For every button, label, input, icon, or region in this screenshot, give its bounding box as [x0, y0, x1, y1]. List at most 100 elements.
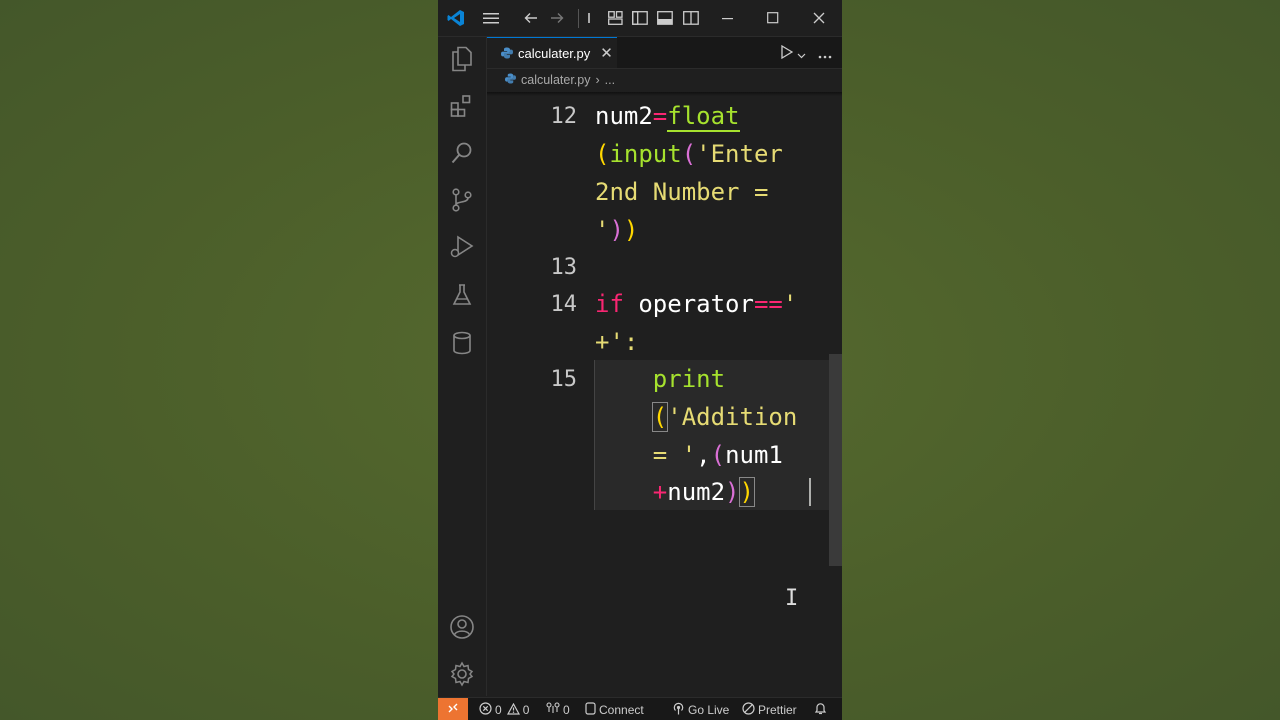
bell-icon [814, 702, 827, 719]
text-cursor [809, 478, 811, 506]
database-icon[interactable] [448, 329, 476, 357]
code-token: 'Addition [667, 403, 798, 431]
broadcast-icon [672, 702, 685, 718]
code-token: print [595, 365, 726, 393]
connect-label: Connect [599, 703, 644, 717]
code-token: num2 [595, 102, 653, 130]
customize-layout-icon[interactable] [605, 8, 625, 28]
tab-bar: calculater.py ✕ [487, 37, 842, 69]
python-file-icon [505, 73, 516, 87]
code-line: +': [595, 328, 638, 356]
code-token: 2nd Number = [595, 178, 769, 206]
code-line: 2nd Number = [595, 178, 768, 206]
code-line: = ',(num1 [595, 441, 783, 469]
source-control-icon[interactable] [448, 186, 476, 214]
testing-icon[interactable] [448, 281, 476, 309]
code-token: ( [681, 140, 697, 168]
tab-calculater-py[interactable]: calculater.py ✕ [487, 37, 617, 68]
mouse-ibeam-cursor-icon: I [785, 586, 799, 611]
code-token: ' [595, 216, 610, 244]
activity-bar [438, 37, 487, 696]
back-arrow-icon[interactable] [521, 8, 541, 28]
code-token: num1 [725, 441, 783, 469]
accounts-icon[interactable] [448, 613, 476, 641]
line-number: 13 [550, 255, 578, 280]
code-token: ' [782, 290, 798, 318]
database-connect-icon [585, 702, 596, 718]
run-debug-icon[interactable] [448, 233, 476, 261]
run-python-file-icon[interactable] [781, 44, 794, 63]
code-token: ( [651, 402, 669, 432]
prettier-label: Prettier [758, 703, 797, 717]
line-number: 14 [550, 292, 578, 317]
run-dropdown-chevron-icon[interactable] [797, 44, 806, 63]
settings-gear-icon[interactable] [448, 660, 476, 688]
maximize-icon[interactable] [763, 8, 783, 28]
toggle-primary-sidebar-icon[interactable] [630, 8, 650, 28]
editor-actions [781, 44, 832, 63]
code-token: + [652, 478, 668, 506]
code-line: print [595, 365, 725, 393]
code-line: ')) [595, 216, 638, 244]
explorer-icon[interactable] [448, 45, 476, 73]
vscode-logo-icon [446, 8, 466, 28]
minimize-icon[interactable] [718, 8, 738, 28]
editor-shadow [487, 92, 842, 96]
go-live-label: Go Live [688, 703, 730, 717]
code-token: 'Enter [696, 140, 783, 168]
status-bar: 0 0 0 Connect Go Live Prettier [438, 697, 842, 720]
problems-status[interactable]: 0 0 [479, 702, 529, 718]
code-token: = [652, 102, 668, 130]
go-live-button[interactable]: Go Live [672, 702, 729, 718]
code-line: num2=float [595, 102, 740, 132]
code-token: == [753, 290, 783, 318]
remote-indicator[interactable] [438, 698, 468, 720]
tab-close-button[interactable]: ✕ [600, 45, 613, 61]
vertical-scrollbar[interactable] [829, 354, 842, 566]
breadcrumb-file[interactable]: calculater.py [521, 73, 590, 87]
breadcrumb-separator: › [595, 73, 600, 87]
connect-status[interactable]: Connect [585, 702, 644, 718]
menu-icon[interactable] [481, 8, 501, 28]
breadcrumb: calculater.py › ... [487, 69, 842, 91]
code-token: ) [725, 478, 740, 506]
more-actions-icon[interactable] [818, 44, 832, 63]
ports-count: 0 [563, 702, 570, 717]
code-token: num2 [667, 478, 726, 506]
python-file-icon [501, 44, 513, 63]
warning-count: 0 [522, 703, 530, 717]
code-token: operator [623, 290, 754, 318]
extensions-icon[interactable] [448, 92, 476, 120]
warning-icon [506, 702, 520, 718]
error-icon [479, 702, 492, 718]
ports-status[interactable]: 0 [546, 702, 570, 717]
vscode-window: calculater.py ✕ calculater.py › ... 12 nu… [438, 0, 842, 720]
code-token: ( [710, 441, 726, 469]
tab-label: calculater.py [518, 45, 591, 61]
code-token: if [595, 290, 624, 318]
code-token: float [667, 102, 740, 132]
code-token: input [609, 140, 682, 168]
code-line: ('Addition [595, 402, 798, 432]
prettier-disabled-icon [742, 702, 755, 718]
breadcrumb-more[interactable]: ... [605, 73, 615, 87]
toggle-panel-icon[interactable] [655, 8, 675, 28]
notifications-button[interactable] [814, 702, 827, 719]
code-token: ) [623, 216, 639, 244]
code-token: ) [609, 216, 624, 244]
code-token: ) [738, 477, 755, 507]
toggle-secondary-sidebar-icon[interactable] [681, 8, 701, 28]
close-icon[interactable] [809, 8, 829, 28]
title-bar [438, 0, 842, 37]
code-line: (input('Enter [595, 140, 783, 168]
search-icon[interactable] [448, 139, 476, 167]
code-token: +': [595, 328, 639, 356]
code-token: = ' [595, 441, 697, 469]
ports-icon [546, 702, 560, 717]
command-center-icon[interactable] [586, 8, 592, 28]
forward-arrow-icon[interactable] [547, 8, 567, 28]
line-number: 12 [550, 104, 578, 129]
prettier-status[interactable]: Prettier [742, 702, 797, 718]
